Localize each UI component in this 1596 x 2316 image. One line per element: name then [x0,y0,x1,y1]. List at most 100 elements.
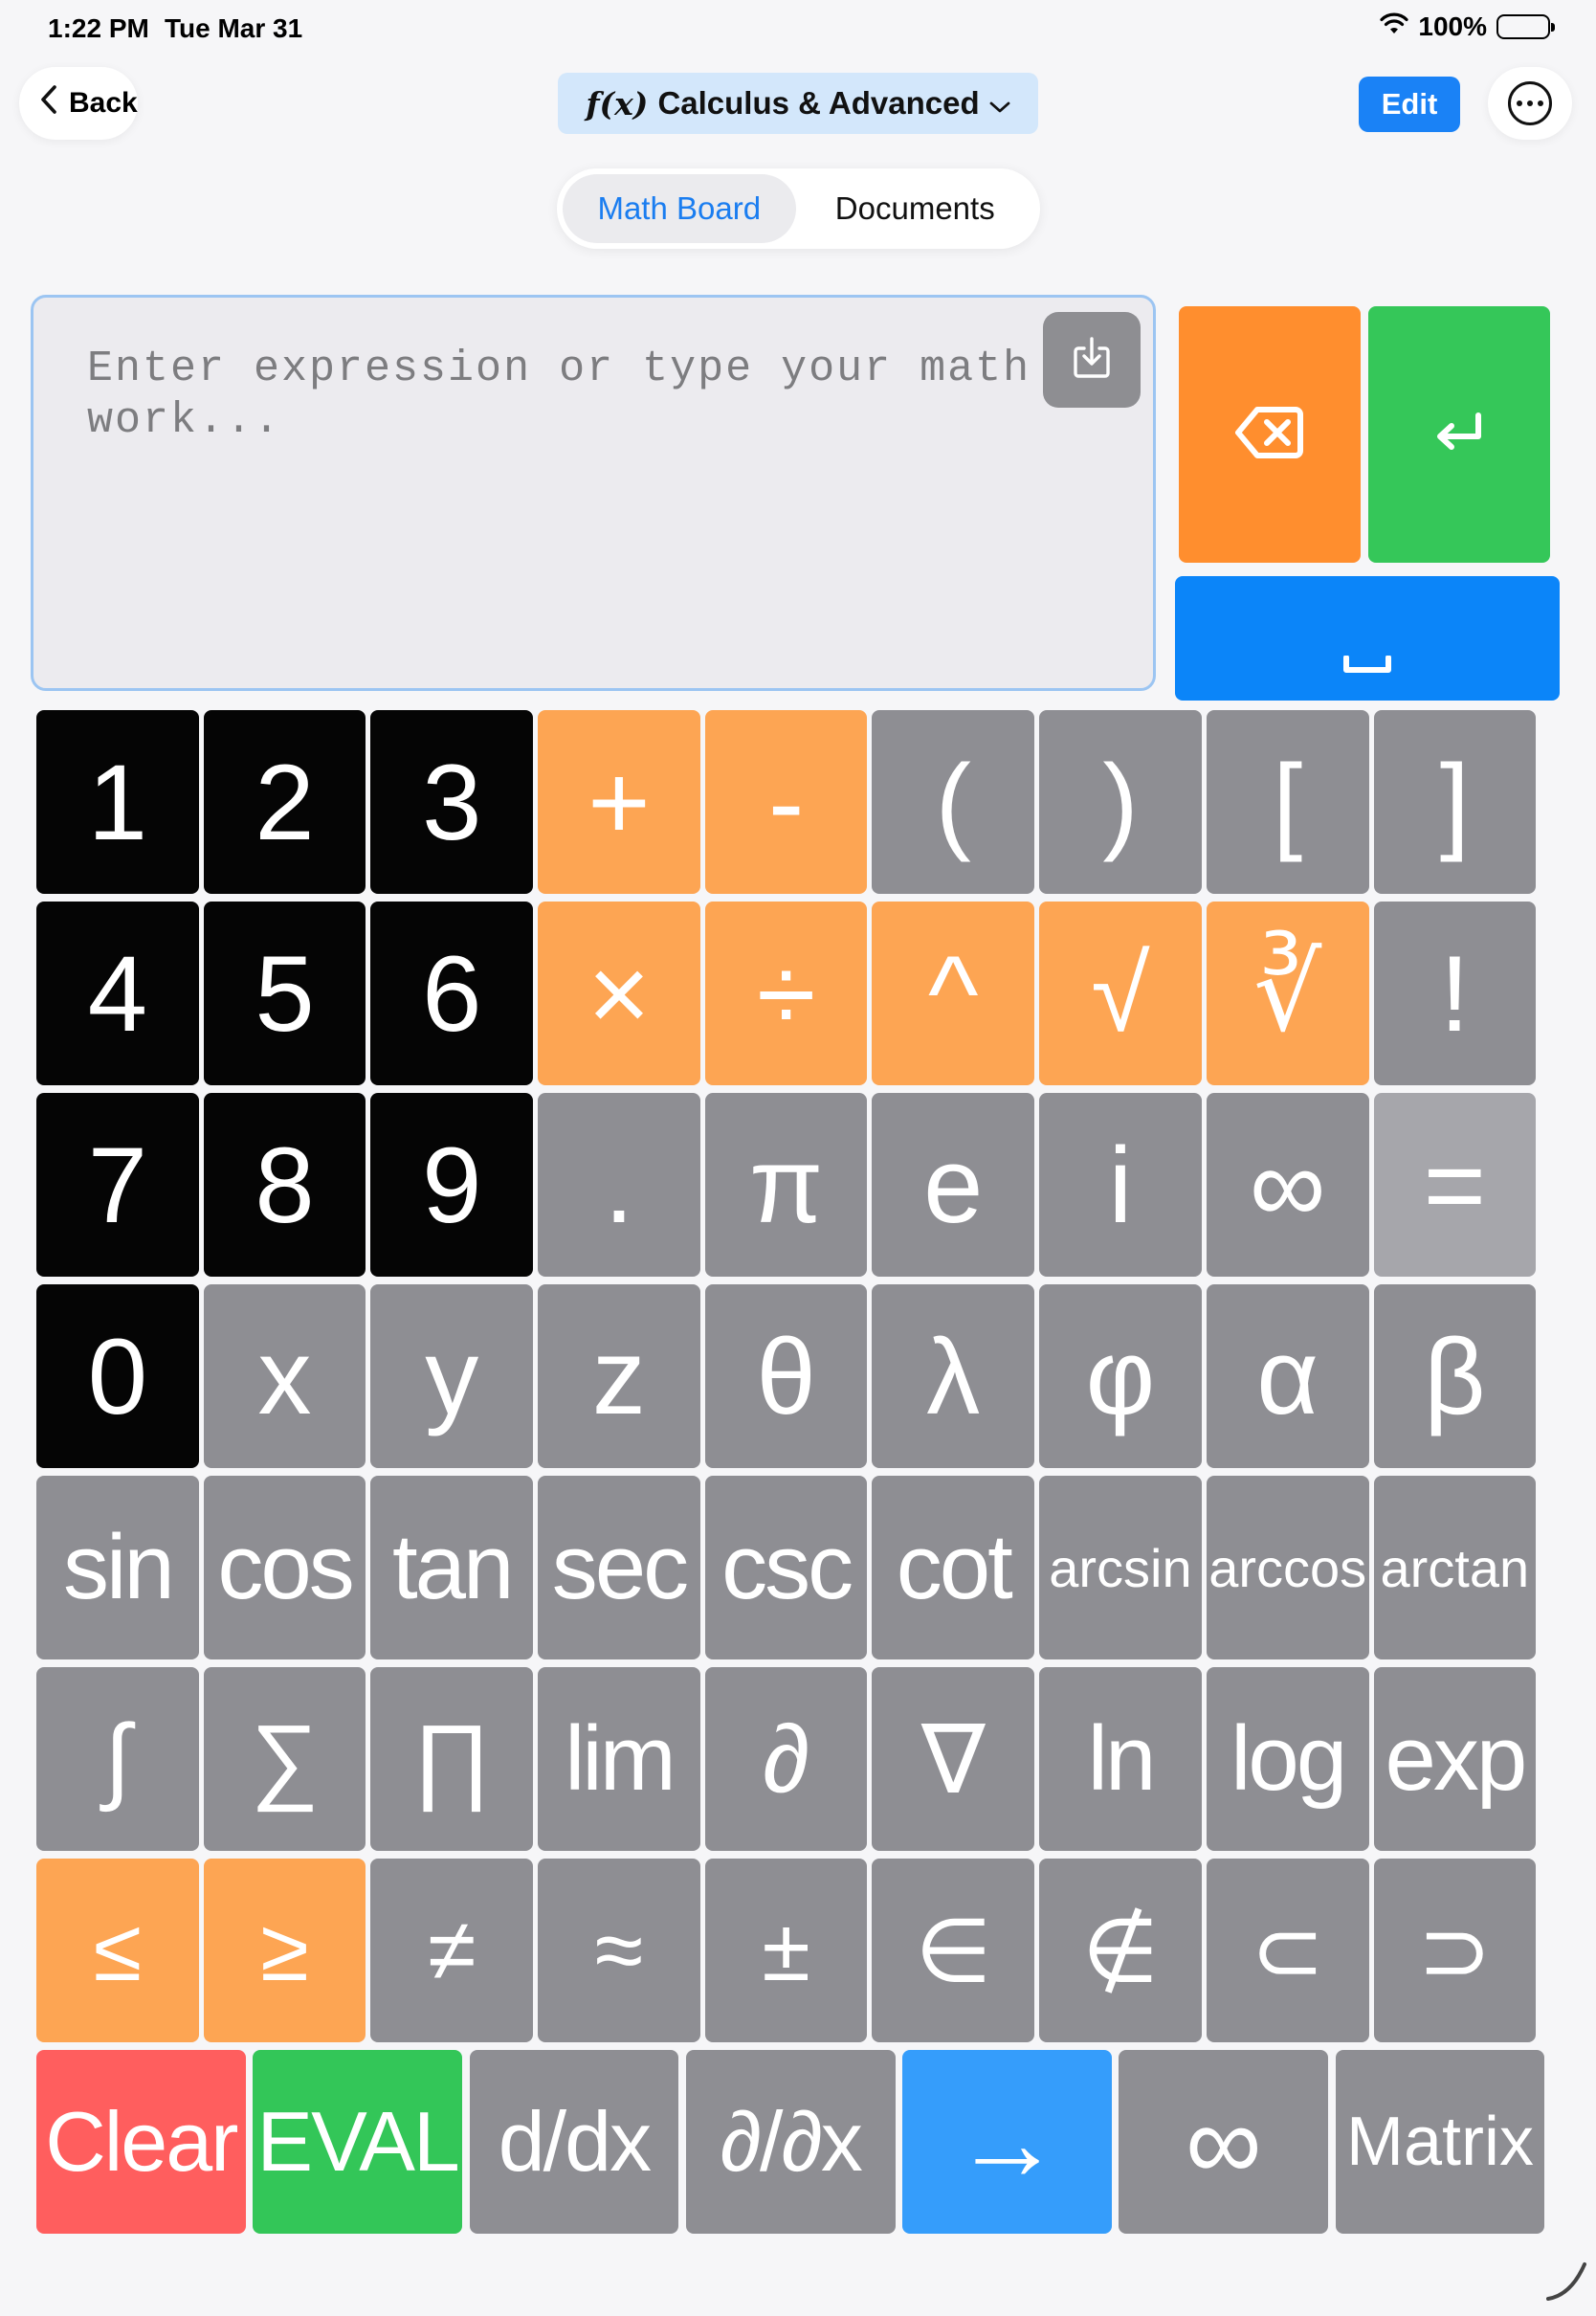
key-cos[interactable]: cos [203,1476,366,1659]
function-icon: f(x) [586,84,649,122]
key-cot[interactable]: cot [872,1476,1035,1659]
key-open-bracket[interactable]: [ [1206,710,1369,894]
key-ln[interactable]: ln [1039,1667,1202,1851]
key-6[interactable]: 6 [370,902,534,1085]
clear-button[interactable]: Clear [36,2050,246,2234]
battery-icon [1496,14,1555,39]
key-nabla[interactable]: ∇ [872,1667,1035,1851]
key-z[interactable]: z [538,1284,700,1468]
key-csc[interactable]: csc [704,1476,868,1659]
key-divide[interactable]: ÷ [704,902,868,1085]
key-summation[interactable]: ∑ [203,1667,366,1851]
key-not-element-of[interactable]: ∉ [1039,1859,1202,2042]
key-x[interactable]: x [203,1284,366,1468]
math-board-screen: 1:22 PM Tue Mar 31 100% Back f(x) Calcul… [0,0,1596,2316]
status-time: 1:22 PM [48,13,149,43]
key-arctan[interactable]: arctan [1373,1476,1537,1659]
back-button[interactable]: Back [19,67,138,140]
key-close-bracket[interactable]: ] [1373,710,1537,894]
eval-button[interactable]: EVAL [253,2050,462,2234]
delete-left-icon [1234,404,1305,466]
key-infinity[interactable]: ∞ [1206,1093,1369,1277]
key-product[interactable]: ∏ [370,1667,534,1851]
key-partial-derivative[interactable]: ∂/∂x [685,2050,896,2234]
key-superset[interactable]: ⊃ [1373,1859,1537,2042]
key-beta[interactable]: β [1373,1284,1537,1468]
key-lim[interactable]: lim [538,1667,700,1851]
key-phi[interactable]: φ [1039,1284,1202,1468]
key-log[interactable]: log [1206,1667,1369,1851]
key-arccos[interactable]: arccos [1206,1476,1369,1659]
expression-placeholder: Enter expression or type your math work.… [87,345,1031,445]
key-minus[interactable]: - [704,710,868,894]
key-cbrt[interactable]: ∛ [1206,902,1369,1085]
category-title: Calculus & Advanced [657,85,980,121]
key-plus-minus[interactable]: ± [704,1859,868,2042]
space-icon [1342,655,1392,679]
key-2[interactable]: 2 [203,710,366,894]
key-4[interactable]: 4 [36,902,199,1085]
key-sin[interactable]: sin [36,1476,199,1659]
status-indicators: 100% [1380,11,1555,42]
key-arrow[interactable]: → [902,2050,1112,2234]
key-1[interactable]: 1 [36,710,199,894]
key-plus[interactable]: + [538,710,700,894]
key-open-paren[interactable]: ( [872,710,1035,894]
key-derivative[interactable]: d/dx [469,2050,679,2234]
key-e[interactable]: e [872,1093,1035,1277]
key-partial[interactable]: ∂ [704,1667,868,1851]
wifi-icon [1380,11,1408,42]
space-button[interactable] [1175,576,1560,701]
ellipsis-circle-icon [1508,81,1552,125]
tab-documents[interactable]: Documents [796,174,1035,243]
key-power[interactable]: ^ [872,902,1035,1085]
key-subset[interactable]: ⊂ [1206,1859,1369,2042]
expression-input[interactable]: Enter expression or type your math work.… [31,295,1156,691]
return-icon [1432,412,1486,458]
action-row: Clear EVAL d/dx ∂/∂x → ∞ Matrix [36,2050,1545,2234]
category-selector[interactable]: f(x) Calculus & Advanced [558,73,1038,134]
return-button[interactable] [1368,306,1550,563]
battery-percent: 100% [1418,11,1487,41]
key-y[interactable]: y [370,1284,534,1468]
key-tan[interactable]: tan [370,1476,534,1659]
key-0[interactable]: 0 [36,1284,199,1468]
tray-arrow-down-icon [1071,335,1113,386]
key-element-of[interactable]: ∈ [872,1859,1035,2042]
key-infinity-bottom[interactable]: ∞ [1119,2050,1329,2234]
paste-button[interactable] [1043,312,1141,408]
key-alpha[interactable]: α [1206,1284,1369,1468]
key-exp[interactable]: exp [1373,1667,1537,1851]
key-decimal[interactable]: . [538,1093,700,1277]
matrix-button[interactable]: Matrix [1335,2050,1545,2234]
view-switcher: Math Board Documents [557,168,1040,249]
key-sec[interactable]: sec [538,1476,700,1659]
resize-handle-icon [1542,2257,1588,2303]
key-close-paren[interactable]: ) [1039,710,1202,894]
key-i[interactable]: i [1039,1093,1202,1277]
key-approx[interactable]: ≈ [538,1859,700,2042]
more-button[interactable] [1488,67,1572,140]
key-factorial[interactable]: ! [1373,902,1537,1085]
delete-button[interactable] [1179,306,1361,563]
key-integral[interactable]: ∫ [36,1667,199,1851]
tab-math-board[interactable]: Math Board [563,174,796,243]
key-not-equal[interactable]: ≠ [370,1859,534,2042]
key-theta[interactable]: θ [704,1284,868,1468]
key-multiply[interactable]: × [538,902,700,1085]
key-5[interactable]: 5 [203,902,366,1085]
key-7[interactable]: 7 [36,1093,199,1277]
key-sqrt[interactable]: √ [1039,902,1202,1085]
key-8[interactable]: 8 [203,1093,366,1277]
keypad: 1 2 3 + - ( ) [ ] 4 5 6 × ÷ ^ √ ∛ ! 7 8 … [36,710,1543,2042]
key-9[interactable]: 9 [370,1093,534,1277]
key-pi[interactable]: π [704,1093,868,1277]
key-equals[interactable]: = [1373,1093,1537,1277]
chevron-left-icon [40,84,57,122]
edit-button[interactable]: Edit [1359,77,1460,132]
key-arcsin[interactable]: arcsin [1039,1476,1202,1659]
key-3[interactable]: 3 [370,710,534,894]
key-less-equal[interactable]: ≤ [36,1859,199,2042]
key-greater-equal[interactable]: ≥ [203,1859,366,2042]
key-lambda[interactable]: λ [872,1284,1035,1468]
